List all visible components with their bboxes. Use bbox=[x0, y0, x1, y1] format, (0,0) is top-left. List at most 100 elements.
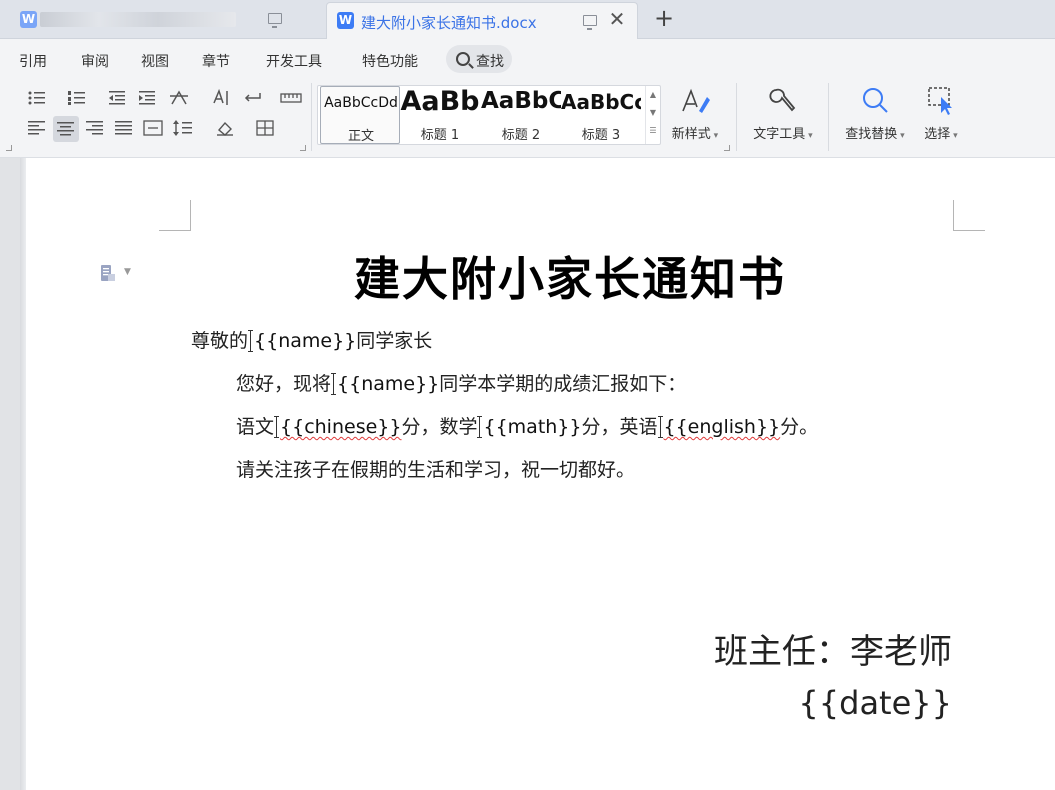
separator bbox=[311, 83, 312, 151]
style-heading-3[interactable]: AaBbCc 标题 3 bbox=[561, 86, 641, 144]
closing-line[interactable]: 请关注孩子在假期的生活和学习，祝一切都好。 bbox=[236, 455, 635, 482]
text-cursor-icon bbox=[331, 373, 337, 395]
align-right-icon[interactable] bbox=[84, 117, 106, 139]
intro-prefix: 您好，现将 bbox=[236, 373, 332, 395]
select-cursor-icon bbox=[921, 83, 961, 119]
menu-bar: 引用 审阅 视图 章节 开发工具 特色功能 查找 bbox=[0, 39, 1055, 79]
margin-corner-top-right bbox=[953, 200, 985, 231]
wps-writer-icon: W bbox=[20, 11, 37, 28]
bullet-list-icon[interactable] bbox=[26, 87, 48, 109]
screen-icon[interactable] bbox=[583, 15, 597, 30]
text-tools-label: 文字工具 bbox=[753, 127, 806, 142]
new-style-button[interactable]: 新样式 ▾ bbox=[664, 83, 726, 142]
margin-corner-top-left bbox=[159, 200, 191, 231]
separator bbox=[736, 83, 737, 151]
chevron-down-icon[interactable]: ▼ bbox=[646, 104, 660, 122]
increase-indent-icon[interactable] bbox=[136, 87, 158, 109]
tab-inactive-document[interactable]: W bbox=[0, 0, 322, 38]
merge-field-chinese: {{chinese}} bbox=[280, 416, 402, 438]
new-tab-plus-icon[interactable]: + bbox=[652, 4, 676, 32]
paragraph-nav-icon[interactable] bbox=[101, 265, 115, 281]
menu-item-view[interactable]: 视图 bbox=[141, 51, 169, 71]
style-name: 正文 bbox=[347, 129, 374, 144]
paragraph-group-launcher[interactable] bbox=[300, 145, 306, 151]
scores-suffix: 分。 bbox=[780, 416, 819, 438]
caret-down-icon: ▾ bbox=[710, 131, 719, 141]
left-margin-strip bbox=[0, 158, 26, 790]
math-label: 分，数学 bbox=[401, 416, 478, 438]
signature-line[interactable]: 班主任：李老师 bbox=[714, 624, 952, 673]
separator bbox=[828, 83, 829, 151]
chinese-layout-icon[interactable] bbox=[168, 87, 190, 109]
caret-down-icon[interactable]: ▼ bbox=[124, 267, 131, 277]
caret-down-icon: ▾ bbox=[805, 131, 813, 141]
numbered-list-icon[interactable] bbox=[66, 87, 88, 109]
distributed-align-icon[interactable] bbox=[142, 117, 164, 139]
font-group-launcher[interactable] bbox=[6, 145, 12, 151]
caret-down-icon: ▾ bbox=[897, 131, 905, 141]
new-style-label: 新样式 bbox=[671, 127, 711, 142]
merge-field-english: {{english}} bbox=[663, 416, 781, 438]
close-icon[interactable]: ✕ bbox=[607, 9, 627, 29]
text-cursor-icon bbox=[248, 330, 254, 352]
caret-down-icon: ▾ bbox=[950, 131, 958, 141]
style-heading-2[interactable]: AaBbC 标题 2 bbox=[481, 86, 561, 144]
style-sample: AaBbCcDd bbox=[324, 95, 398, 111]
style-name: 标题 2 bbox=[501, 128, 541, 143]
tab-active-document[interactable]: W 建大附小家长通知书.docx ✕ bbox=[326, 2, 638, 39]
justify-icon[interactable] bbox=[113, 117, 135, 139]
style-heading-1[interactable]: AaBb 标题 1 bbox=[400, 86, 480, 144]
style-name: 标题 3 bbox=[581, 128, 621, 143]
menu-item-references[interactable]: 引用 bbox=[19, 51, 47, 71]
menu-item-special-features[interactable]: 特色功能 bbox=[362, 51, 418, 71]
scores-line[interactable]: 语文 {{chinese}}分，数学 {{math}}分，英语 {{english}}… bbox=[236, 412, 818, 439]
decrease-indent-icon[interactable] bbox=[106, 87, 128, 109]
text-direction-icon[interactable] bbox=[210, 87, 232, 109]
style-sample: AaBbC bbox=[481, 88, 561, 114]
english-label: 分，英语 bbox=[581, 416, 658, 438]
greeting-prefix: 尊敬的 bbox=[191, 330, 249, 352]
style-gallery[interactable]: AaBbCcDd 正文 AaBb 标题 1 AaBbC 标题 2 AaBbCc … bbox=[317, 85, 661, 145]
style-normal[interactable]: AaBbCcDd 正文 bbox=[320, 86, 400, 144]
chevron-up-icon[interactable]: ▲ bbox=[646, 86, 660, 104]
greeting-line[interactable]: 尊敬的 {{name}}同学家长 bbox=[191, 326, 432, 353]
shading-icon[interactable] bbox=[214, 117, 236, 139]
borders-icon[interactable] bbox=[254, 117, 276, 139]
align-left-icon[interactable] bbox=[26, 117, 48, 139]
blurred-tab-title bbox=[40, 12, 236, 27]
merge-field-date[interactable]: {{date}} bbox=[798, 684, 952, 722]
document-title: 建大附小家长通知书 bbox=[354, 252, 786, 306]
merge-field-math: {{math}} bbox=[483, 416, 582, 438]
screen-icon[interactable] bbox=[268, 13, 282, 28]
tab-bar: W W 建大附小家长通知书.docx ✕ + bbox=[0, 0, 1055, 39]
gallery-scroll[interactable]: ▲ ▼ ☰ bbox=[645, 86, 660, 144]
menu-item-developer[interactable]: 开发工具 bbox=[266, 51, 322, 71]
text-tools-button[interactable]: 文字工具 ▾ bbox=[746, 83, 820, 142]
report-intro-line[interactable]: 您好，现将 {{name}}同学本学期的成绩汇报如下： bbox=[236, 369, 686, 396]
find-replace-label: 查找替换 bbox=[845, 127, 898, 142]
chinese-label: 语文 bbox=[236, 416, 275, 438]
tab-title: 建大附小家长通知书.docx bbox=[361, 14, 537, 32]
menu-item-review[interactable]: 审阅 bbox=[81, 51, 109, 71]
ruler-icon[interactable] bbox=[280, 87, 302, 109]
find-button[interactable]: 查找 bbox=[446, 45, 512, 73]
merge-field-name: {{name}} bbox=[254, 330, 357, 352]
select-button[interactable]: 选择 ▾ bbox=[916, 83, 966, 142]
align-center-icon[interactable] bbox=[53, 116, 79, 142]
menu-item-chapter[interactable]: 章节 bbox=[202, 51, 230, 71]
greeting-suffix: 同学家长 bbox=[356, 330, 433, 352]
line-break-icon[interactable] bbox=[242, 87, 264, 109]
expand-gallery-icon[interactable]: ☰ bbox=[646, 122, 660, 140]
text-cursor-icon bbox=[657, 416, 664, 438]
intro-suffix: 同学本学期的成绩汇报如下： bbox=[439, 373, 687, 395]
find-replace-button[interactable]: 查找替换 ▾ bbox=[838, 83, 912, 142]
text-cursor-icon bbox=[477, 416, 483, 438]
text-cursor-icon bbox=[274, 416, 280, 438]
ribbon-toolbar: AaBbCcDd 正文 AaBb 标题 1 AaBbC 标题 2 AaBbCc … bbox=[0, 79, 1055, 158]
find-label: 查找 bbox=[476, 54, 504, 70]
merge-field-name: {{name}} bbox=[337, 373, 440, 395]
line-spacing-icon[interactable] bbox=[172, 117, 194, 139]
styles-group-launcher[interactable] bbox=[724, 145, 730, 151]
search-icon bbox=[456, 52, 470, 66]
style-name: 标题 1 bbox=[420, 128, 460, 143]
